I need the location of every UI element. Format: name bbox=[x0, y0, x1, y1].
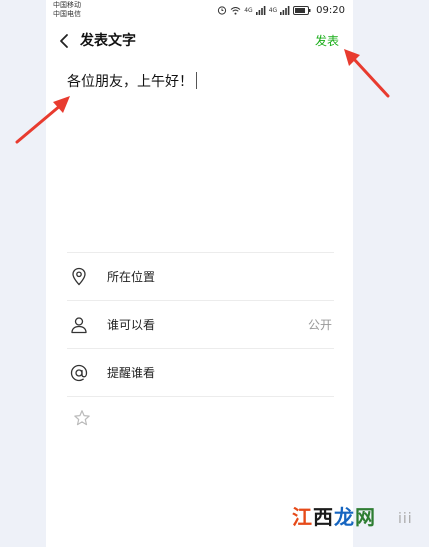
option-visibility-label: 谁可以看 bbox=[107, 318, 156, 332]
option-location[interactable]: 所在位置 bbox=[67, 252, 334, 300]
carrier-2-label: 中国电信 bbox=[53, 10, 81, 18]
compose-textarea[interactable]: 各位朋友，上午好！ bbox=[67, 70, 332, 94]
location-pin-icon bbox=[69, 267, 89, 287]
watermark-char-2: 西 bbox=[313, 505, 334, 529]
carrier-1-label: 中国移动 bbox=[53, 1, 81, 9]
battery-icon bbox=[293, 5, 311, 15]
at-sign-icon bbox=[69, 363, 89, 383]
status-bar: 中国移动 中国电信 4G 4G 09:20 bbox=[46, 0, 353, 20]
person-icon bbox=[69, 315, 89, 335]
publish-button[interactable]: 发表 bbox=[315, 32, 339, 50]
wifi-icon bbox=[230, 6, 241, 15]
signal-icon bbox=[280, 5, 290, 15]
option-visibility-value: 公开 bbox=[307, 318, 332, 332]
option-mention[interactable]: 提醒谁看 bbox=[67, 348, 334, 397]
page-title: 发表文字 bbox=[80, 33, 136, 49]
options-list: 所在位置 谁可以看 公开 提醒谁看 bbox=[67, 252, 334, 397]
option-favorite[interactable] bbox=[67, 405, 97, 435]
network-type-2: 4G bbox=[268, 6, 278, 14]
watermark-char-3: 龙 bbox=[334, 505, 355, 529]
watermark-ext: iii bbox=[398, 511, 413, 527]
chevron-left-icon bbox=[56, 34, 74, 55]
site-watermark: 江西龙网 iii bbox=[292, 503, 412, 531]
compose-text: 各位朋友，上午好！ bbox=[67, 74, 193, 90]
option-mention-label: 提醒谁看 bbox=[107, 366, 156, 380]
option-visibility[interactable]: 谁可以看 公开 bbox=[67, 300, 334, 348]
option-location-label: 所在位置 bbox=[107, 270, 156, 284]
status-time: 09:20 bbox=[316, 4, 345, 16]
nav-bar: 发表文字 发表 bbox=[46, 28, 353, 54]
text-caret bbox=[196, 72, 197, 89]
watermark-char-4: 网 bbox=[355, 505, 376, 529]
network-type-1: 4G bbox=[244, 6, 253, 14]
phone-screen: 中国移动 中国电信 4G 4G 09:20 发表文字 发表 各位朋友，上午好！ … bbox=[46, 0, 353, 547]
watermark-char-1: 江 bbox=[292, 505, 313, 529]
star-icon bbox=[73, 409, 91, 431]
status-icons: 4G 4G 09:20 bbox=[217, 4, 345, 16]
signal-icon bbox=[255, 5, 266, 15]
back-button[interactable] bbox=[56, 31, 74, 51]
alarm-icon bbox=[217, 5, 227, 15]
